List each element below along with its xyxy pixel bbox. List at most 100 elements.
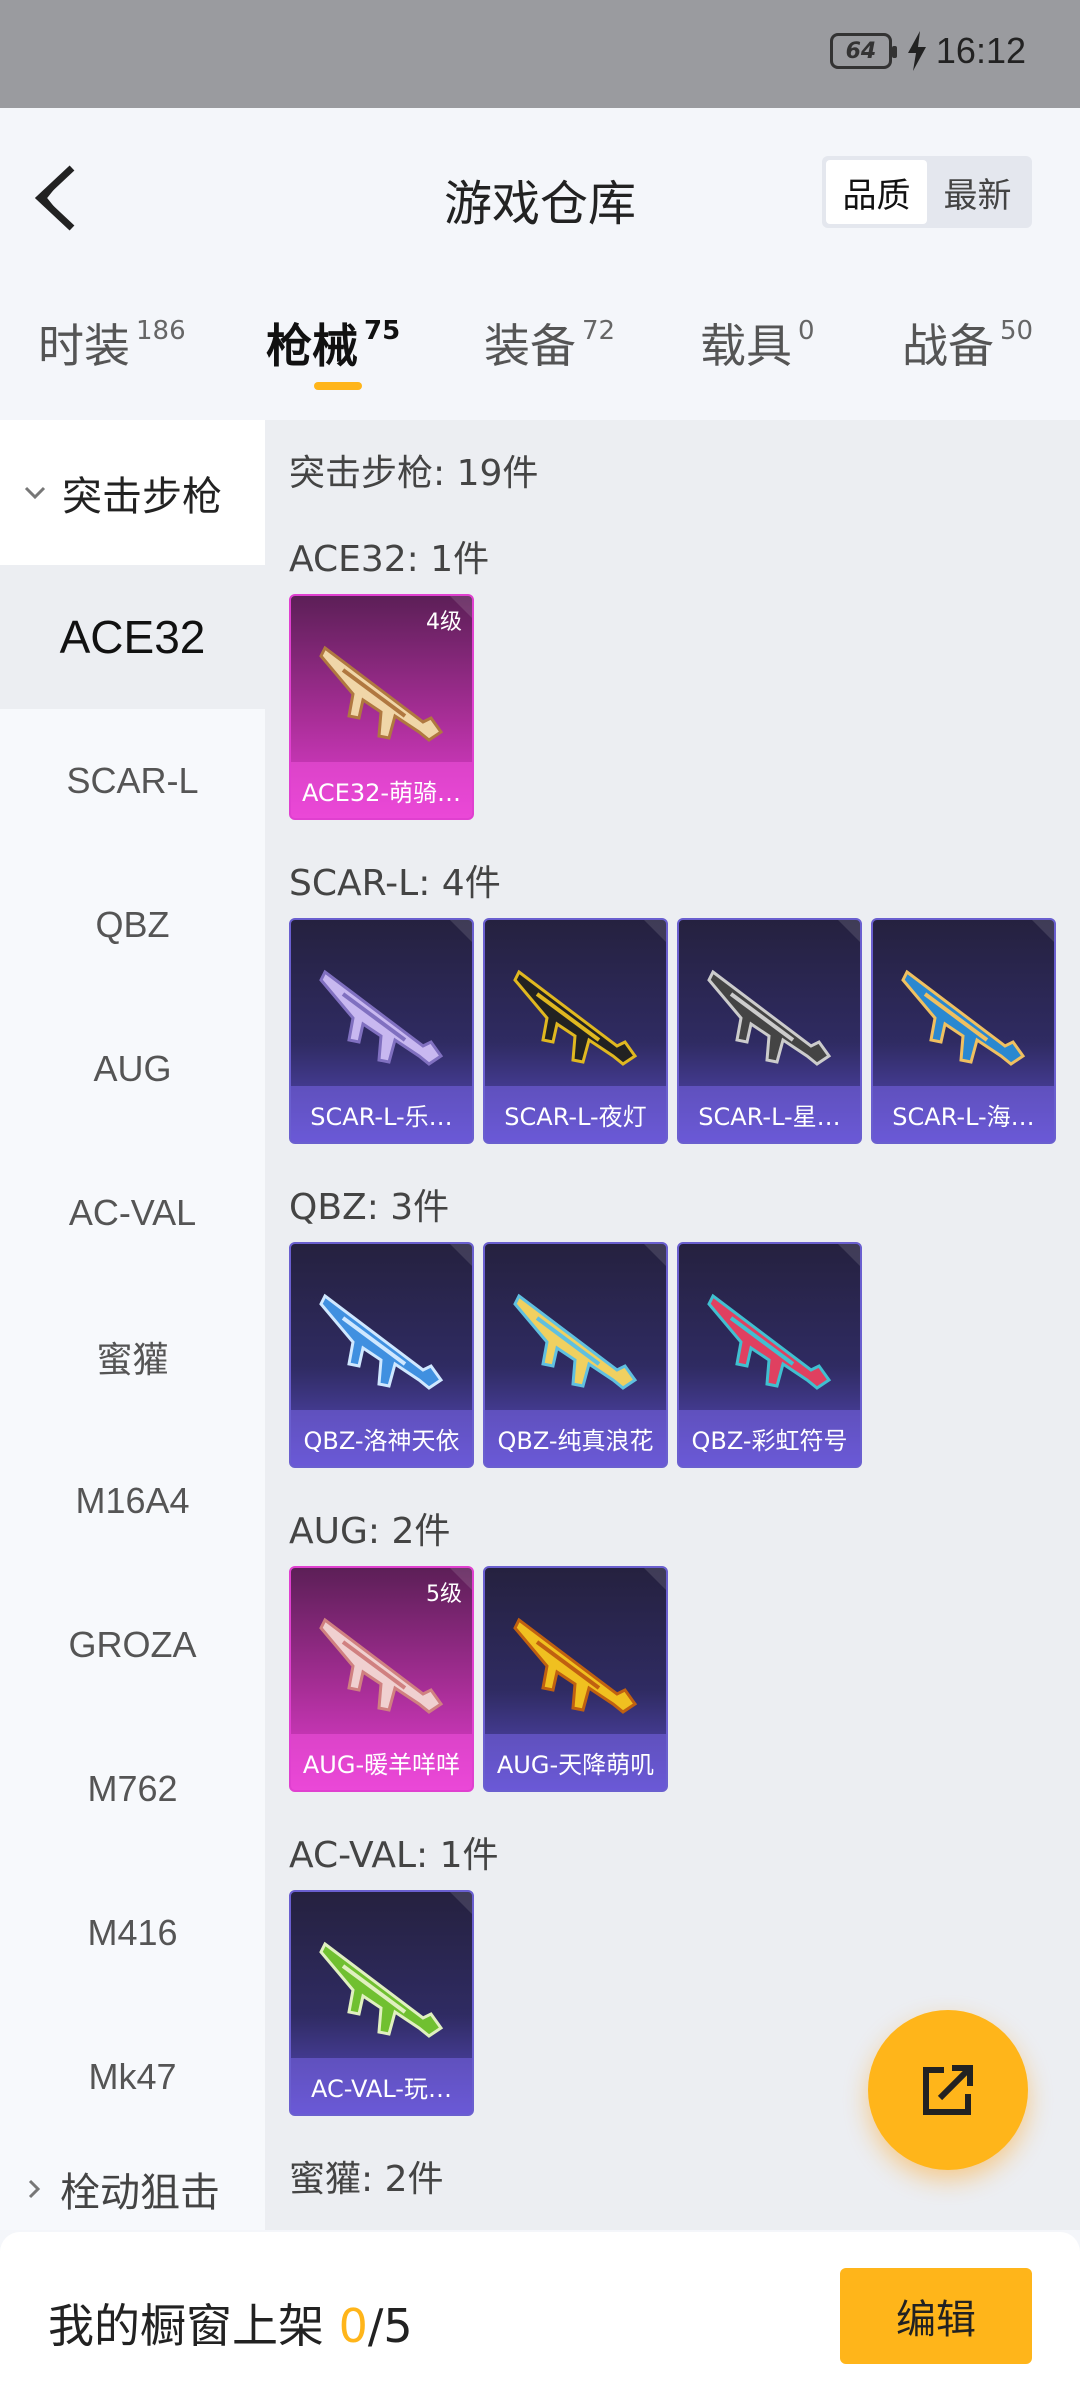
sidebar-item-aug[interactable]: AUG xyxy=(0,997,265,1141)
sidebar-item-groza[interactable]: GROZA xyxy=(0,1573,265,1717)
weapon-skin-card[interactable]: SCAR-L-星… xyxy=(677,918,862,1144)
weapon-grid: 突击步枪: 19件 ACE32: 1件 4级 ACE32-萌骑… SCAR-L: 4件… xyxy=(265,420,1080,2230)
weapon-sidebar: 突击步枪 ACE32 SCAR-L QBZ AUG AC-VAL 蜜獾 M16A… xyxy=(0,420,265,2230)
header: 游戏仓库 品质 最新 xyxy=(0,108,1080,278)
card-corner xyxy=(450,1892,472,1914)
skin-name: SCAR-L-夜灯 xyxy=(485,1086,666,1142)
rifle-icon xyxy=(707,969,832,1066)
skin-name: SCAR-L-乐… xyxy=(291,1086,472,1142)
weapon-skin-card[interactable]: 5级 AUG-暖羊咩咩 xyxy=(289,1566,474,1792)
weapon-skin-card[interactable]: QBZ-洛神天依 xyxy=(289,1242,474,1468)
card-corner xyxy=(838,1244,860,1266)
sidebar-item-honey-badger[interactable]: 蜜獾 xyxy=(0,1285,265,1429)
group-label: 蜜獾: 2件 xyxy=(289,2159,444,2200)
rifle-icon xyxy=(707,1293,832,1390)
skin-name: AC-VAL-玩… xyxy=(291,2058,472,2114)
weapon-skin-card[interactable]: 4级 ACE32-萌骑… xyxy=(289,594,474,820)
skin-name: SCAR-L-海… xyxy=(873,1086,1054,1142)
sidebar-item-ac-val[interactable]: AC-VAL xyxy=(0,1141,265,1285)
group-label: ACE32: 1件 xyxy=(289,539,490,580)
card-corner xyxy=(644,920,666,942)
group-label: AUG: 2件 xyxy=(289,1511,451,1552)
sidebar-category-bolt-sniper[interactable]: 栓动狙击 xyxy=(0,2149,265,2229)
skin-name: SCAR-L-星… xyxy=(679,1086,860,1142)
tab-count: 0 xyxy=(798,316,815,346)
chevron-down-icon xyxy=(24,486,46,499)
rifle-icon xyxy=(319,645,444,742)
active-tab-indicator xyxy=(314,382,362,390)
sidebar-item-m762[interactable]: M762 xyxy=(0,1717,265,1861)
sidebar-category-assault-rifle[interactable]: 突击步枪 xyxy=(0,420,265,565)
tab-count: 75 xyxy=(364,316,401,346)
card-corner xyxy=(450,1244,472,1266)
edit-button[interactable]: 编辑 xyxy=(840,2268,1032,2364)
rifle-icon xyxy=(513,969,638,1066)
group-label: SCAR-L: 4件 xyxy=(289,863,501,904)
sidebar-item-mk47[interactable]: Mk47 xyxy=(0,2005,265,2149)
sort-toggle: 品质 最新 xyxy=(822,156,1032,228)
showcase-current-count: 0 xyxy=(338,2299,368,2353)
weapon-skin-card[interactable]: QBZ-纯真浪花 xyxy=(483,1242,668,1468)
tab-vehicles[interactable]: 载具 0 xyxy=(700,310,815,376)
skin-name: ACE32-萌骑… xyxy=(291,762,472,818)
skin-level-badge: 5级 xyxy=(426,1582,462,1607)
weapon-skin-card[interactable]: QBZ-彩虹符号 xyxy=(677,1242,862,1468)
tab-label: 枪械 xyxy=(266,319,358,373)
rifle-icon xyxy=(319,969,444,1066)
bottom-bar: 我的橱窗上架 0/5 编辑 xyxy=(0,2232,1080,2400)
weapon-skin-card[interactable]: AUG-天降萌叽 xyxy=(483,1566,668,1792)
skin-name: QBZ-洛神天依 xyxy=(291,1410,472,1466)
sidebar-category-label: 栓动狙击 xyxy=(60,2170,220,2216)
sidebar-item-scar-l[interactable]: SCAR-L xyxy=(0,709,265,853)
category-tabs: 时装 186 枪械 75 装备 72 载具 0 战备 50 xyxy=(0,290,1080,410)
card-corner xyxy=(644,1568,666,1590)
rifle-icon xyxy=(513,1617,638,1714)
status-bar: 64 16:12 xyxy=(0,0,1080,108)
sidebar-item-ace32[interactable]: ACE32 xyxy=(0,565,265,709)
sort-quality-button[interactable]: 品质 xyxy=(826,160,927,224)
weapon-skin-card[interactable]: SCAR-L-海… xyxy=(871,918,1056,1144)
sidebar-item-m16a4[interactable]: M16A4 xyxy=(0,1429,265,1573)
card-corner xyxy=(838,920,860,942)
card-corner xyxy=(1032,920,1054,942)
rifle-icon xyxy=(513,1293,638,1390)
battery-icon: 64 xyxy=(829,33,897,69)
clock: 16:12 xyxy=(935,30,1026,71)
showcase-total: /5 xyxy=(367,2299,413,2353)
tab-firearms[interactable]: 枪械 75 xyxy=(266,310,400,376)
sidebar-category-label: 突击步枪 xyxy=(62,473,222,520)
weapon-skin-card[interactable]: SCAR-L-夜灯 xyxy=(483,918,668,1144)
tab-count: 72 xyxy=(582,316,616,346)
tab-costume[interactable]: 时装 186 xyxy=(38,310,186,376)
tab-label: 装备 xyxy=(484,319,576,373)
rifle-icon xyxy=(901,969,1026,1066)
category-summary: 突击步枪: 19件 xyxy=(289,453,539,494)
battery-level: 64 xyxy=(845,38,877,64)
weapon-skin-card[interactable]: SCAR-L-乐… xyxy=(289,918,474,1144)
sidebar-item-m416[interactable]: M416 xyxy=(0,1861,265,2005)
skin-name: AUG-天降萌叽 xyxy=(485,1734,666,1790)
tab-label: 战备 xyxy=(902,319,994,373)
tab-count: 50 xyxy=(1000,316,1034,346)
skin-name: QBZ-彩虹符号 xyxy=(679,1410,860,1466)
tab-label: 载具 xyxy=(700,319,792,373)
tab-war-gear[interactable]: 战备 50 xyxy=(902,310,1033,376)
sidebar-item-qbz[interactable]: QBZ xyxy=(0,853,265,997)
skin-name: QBZ-纯真浪花 xyxy=(485,1410,666,1466)
share-button[interactable] xyxy=(868,2010,1028,2170)
group-label: QBZ: 3件 xyxy=(289,1187,450,1228)
group-label: AC-VAL: 1件 xyxy=(289,1835,499,1876)
sort-newest-button[interactable]: 最新 xyxy=(927,160,1028,224)
tab-label: 时装 xyxy=(38,319,130,373)
rifle-icon xyxy=(319,1617,444,1714)
rifle-icon xyxy=(319,1941,444,2038)
tab-count: 186 xyxy=(136,316,186,346)
tab-equipment[interactable]: 装备 72 xyxy=(484,310,615,376)
card-corner xyxy=(450,920,472,942)
chevron-right-icon xyxy=(28,2179,41,2199)
weapon-skin-card[interactable]: AC-VAL-玩… xyxy=(289,1890,474,2116)
status-right: 64 16:12 xyxy=(829,30,1026,72)
card-corner xyxy=(644,1244,666,1266)
skin-name: AUG-暖羊咩咩 xyxy=(291,1734,472,1790)
showcase-title: 我的橱窗上架 xyxy=(48,2299,324,2353)
